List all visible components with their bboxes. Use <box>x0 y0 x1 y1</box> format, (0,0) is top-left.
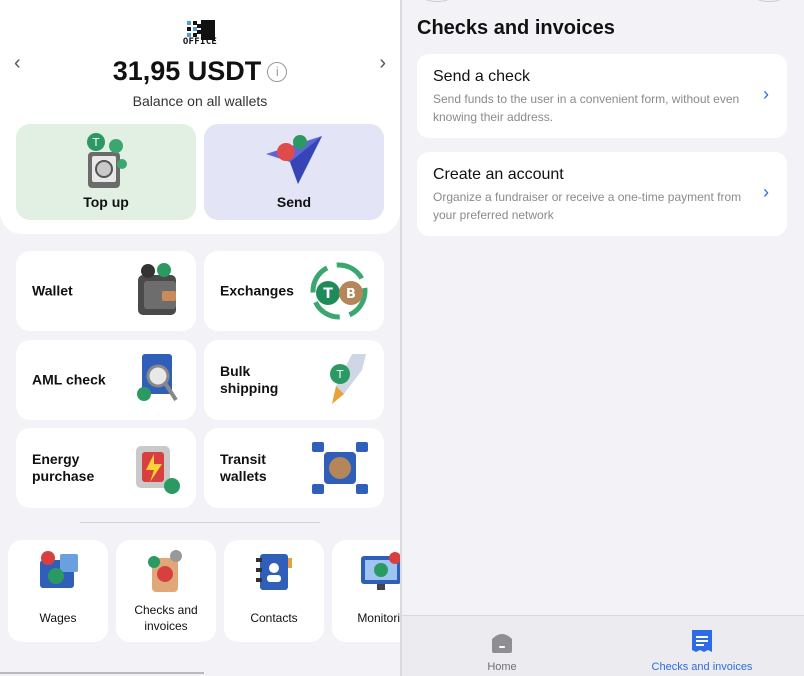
tile-bulk-shipping-label: Bulk shipping <box>220 363 279 396</box>
page-title: Checks and invoices <box>417 17 615 39</box>
top-up-label: Top up <box>83 194 129 210</box>
send-button[interactable]: Send <box>204 124 384 220</box>
tab-checks-invoices-label: Checks and invoices <box>651 661 753 673</box>
balance-amount: 31,95 USDT <box>112 56 262 86</box>
energy-purchase-icon <box>136 446 180 494</box>
tile-wallet-label: Wallet <box>32 282 73 299</box>
aml-check-icon <box>137 354 178 402</box>
transit-wallets-icon <box>312 442 368 494</box>
back-button-edge[interactable] <box>422 0 452 2</box>
send-icon <box>266 135 322 184</box>
contacts-icon <box>256 554 292 590</box>
balance-caption: Balance on all wallets <box>132 93 268 109</box>
tile-transit-wallets-label: Transit wallets <box>220 451 267 484</box>
tile-wallet[interactable]: Wallet <box>16 251 196 331</box>
shortcut-wages-label: Wages <box>39 611 77 625</box>
shortcut-monitoring-label: Monitorin <box>357 611 400 625</box>
balance-header: OFFICE ‹ › 31,95 USDT i Balance on all wa… <box>0 0 400 234</box>
create-account-title: Create an account <box>433 166 564 183</box>
shortcut-checks-invoices-label: Checks and invoices <box>134 603 198 633</box>
wages-icon <box>40 551 78 588</box>
shortcut-wages[interactable]: Wages <box>8 540 108 642</box>
info-icon[interactable]: i <box>267 62 288 82</box>
logo-text: OFFICE <box>182 37 218 47</box>
bulk-shipping-icon: T <box>330 354 366 404</box>
top-up-button[interactable]: T Top up <box>16 124 196 220</box>
shortcut-monitoring[interactable]: Monitorin <box>332 540 400 642</box>
section-divider <box>80 522 320 523</box>
tile-exchanges[interactable]: Exchanges T B <box>204 251 384 331</box>
monitoring-icon <box>361 552 400 590</box>
wallet-icon <box>138 263 176 315</box>
tile-energy-purchase[interactable]: Energy purchase <box>16 428 196 508</box>
send-label: Send <box>276 194 312 210</box>
receipt-icon <box>692 630 712 652</box>
svg-text:T: T <box>92 136 100 149</box>
tile-aml-check-label: AML check <box>32 371 106 388</box>
tab-home[interactable]: Home <box>402 616 602 676</box>
checks-invoices-icon <box>148 550 182 592</box>
tile-transit-wallets[interactable]: Transit wallets <box>204 428 384 508</box>
shortcut-checks-invoices[interactable]: Checks and invoices <box>116 540 216 642</box>
tab-bar: Home Checks and invoices <box>402 615 804 676</box>
tile-energy-purchase-label: Energy purchase <box>32 451 95 484</box>
send-check-card[interactable]: Send a check Send funds to the user in a… <box>417 54 787 138</box>
svg-text:T: T <box>323 286 333 302</box>
chevron-right-icon: › <box>763 182 769 202</box>
tile-aml-check[interactable]: AML check <box>16 340 196 420</box>
chevron-right-icon: › <box>763 84 769 104</box>
create-account-description: Organize a fundraiser or receive a one-t… <box>433 190 742 222</box>
home-panel: OFFICE ‹ › 31,95 USDT i Balance on all wa… <box>0 0 400 676</box>
send-check-title: Send a check <box>433 68 530 85</box>
tab-checks-invoices[interactable]: Checks and invoices <box>602 616 802 676</box>
top-up-icon: T <box>87 133 127 188</box>
tile-bulk-shipping[interactable]: Bulk shipping T <box>204 340 384 420</box>
tab-home-label: Home <box>487 661 517 673</box>
svg-text:B: B <box>346 287 356 302</box>
menu-button-edge[interactable] <box>754 0 784 2</box>
svg-text:T: T <box>336 368 344 381</box>
balance-display: 31,95 USDT i <box>0 56 400 87</box>
exchanges-icon: T B <box>310 262 368 320</box>
send-check-description: Send funds to the user in a convenient f… <box>433 92 740 124</box>
checks-invoices-panel: Checks and invoices Send a check Send fu… <box>402 0 804 676</box>
home-icon <box>492 634 512 653</box>
shortcut-contacts[interactable]: Contacts <box>224 540 324 642</box>
tile-exchanges-label: Exchanges <box>220 282 294 299</box>
scroll-indicator <box>0 672 204 674</box>
shortcut-contacts-label: Contacts <box>250 611 298 625</box>
create-account-card[interactable]: Create an account Organize a fundraiser … <box>417 152 787 236</box>
